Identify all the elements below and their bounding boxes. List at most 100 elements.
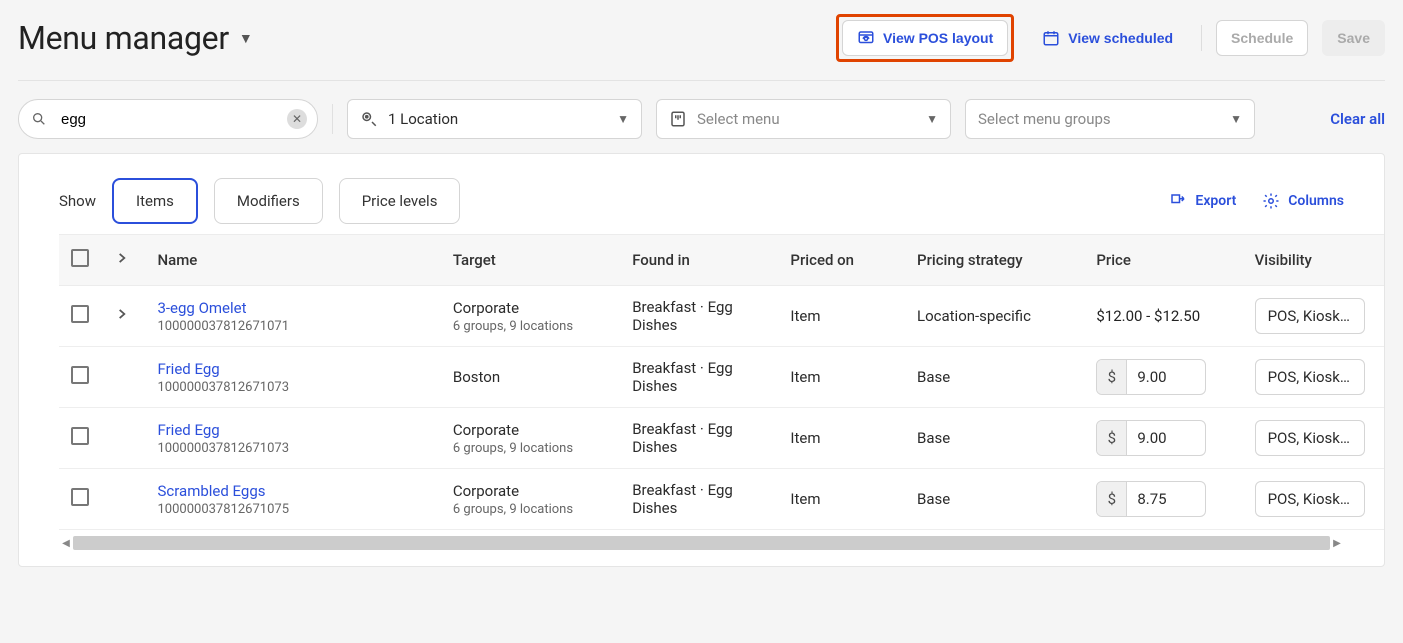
target-subtext: 6 groups, 9 locations (453, 441, 608, 456)
caret-down-icon: ▼ (1230, 112, 1242, 126)
clear-all-link[interactable]: Clear all (1316, 110, 1385, 128)
col-found-in: Found in (620, 235, 778, 286)
target-value: Boston (453, 368, 608, 386)
found-in-value: Breakfast · Egg Dishes (620, 469, 778, 530)
search-icon (31, 111, 47, 127)
pricing-strategy-value: Base (905, 469, 1084, 530)
pos-layout-icon (857, 29, 875, 47)
table-row: 3-egg Omelet 100000037812671071 Corporate 6… (59, 286, 1384, 347)
select-all-checkbox[interactable] (71, 249, 89, 267)
item-name-link[interactable]: Scrambled Eggs (157, 482, 428, 500)
table-row: Fried Egg 100000037812671073 Boston Breakfa… (59, 347, 1384, 408)
visibility-selector[interactable]: POS, Kiosk, T (1255, 481, 1365, 517)
col-priced-on: Priced on (778, 235, 905, 286)
caret-down-icon: ▼ (617, 112, 629, 126)
price-range: $12.00 - $12.50 (1096, 307, 1200, 325)
table-row: Fried Egg 100000037812671073 Corporate 6 gr… (59, 408, 1384, 469)
item-id: 100000037812671071 (157, 319, 428, 334)
search-input[interactable] (59, 110, 277, 129)
view-pos-layout-label: View POS layout (883, 30, 993, 46)
price-input[interactable]: $9.00 (1096, 359, 1206, 395)
item-id: 100000037812671073 (157, 441, 428, 456)
highlight-frame: View POS layout (836, 14, 1014, 62)
col-visibility: Visibility (1243, 235, 1384, 286)
view-scheduled-label: View scheduled (1068, 30, 1173, 46)
location-pin-icon (360, 110, 378, 128)
target-subtext: 6 groups, 9 locations (453, 319, 608, 334)
search-input-wrap: ✕ (18, 99, 318, 139)
currency-prefix: $ (1097, 421, 1127, 455)
table-row: Scrambled Eggs 100000037812671075 Corporat… (59, 469, 1384, 530)
price-value: 9.00 (1127, 421, 1176, 455)
view-pos-layout-button[interactable]: View POS layout (842, 20, 1008, 56)
select-menu-groups-placeholder: Select menu groups (978, 110, 1111, 128)
view-scheduled-button[interactable]: View scheduled (1028, 20, 1187, 56)
col-price: Price (1084, 235, 1242, 286)
item-id: 100000037812671073 (157, 380, 428, 395)
item-name-link[interactable]: Fried Egg (157, 421, 428, 439)
item-name-link[interactable]: 3-egg Omelet (157, 299, 428, 317)
separator (332, 104, 333, 134)
export-button[interactable]: Export (1169, 192, 1236, 210)
col-pricing-strategy: Pricing strategy (905, 235, 1084, 286)
export-label: Export (1195, 193, 1236, 209)
select-menu-dropdown[interactable]: Select menu ▼ (656, 99, 951, 139)
target-value: Corporate (453, 421, 608, 439)
priced-on-value: Item (778, 347, 905, 408)
visibility-selector[interactable]: POS, Kiosk, T (1255, 420, 1365, 456)
location-dropdown[interactable]: 1 Location ▼ (347, 99, 642, 139)
row-checkbox[interactable] (71, 488, 89, 506)
item-name-link[interactable]: Fried Egg (157, 360, 428, 378)
found-in-value: Breakfast · Egg Dishes (620, 408, 778, 469)
priced-on-value: Item (778, 408, 905, 469)
price-value: 8.75 (1127, 482, 1176, 516)
caret-down-icon: ▼ (926, 112, 938, 126)
save-label: Save (1337, 30, 1370, 46)
col-name: Name (145, 235, 440, 286)
tab-modifiers[interactable]: Modifiers (214, 178, 323, 224)
select-menu-placeholder: Select menu (697, 110, 780, 128)
target-value: Corporate (453, 299, 608, 317)
page-title: Menu manager (18, 19, 229, 57)
currency-prefix: $ (1097, 360, 1127, 394)
pricing-strategy-value: Location-specific (905, 286, 1084, 347)
pricing-strategy-value: Base (905, 347, 1084, 408)
price-value: 9.00 (1127, 360, 1176, 394)
row-checkbox[interactable] (71, 366, 89, 384)
visibility-selector[interactable]: POS, Kiosk, T (1255, 359, 1365, 395)
found-in-value: Breakfast · Egg Dishes (620, 286, 778, 347)
clear-search-icon[interactable]: ✕ (287, 109, 307, 129)
schedule-label: Schedule (1231, 30, 1293, 46)
expand-row-toggle[interactable] (115, 307, 129, 321)
expand-all-toggle[interactable] (115, 251, 129, 265)
page-title-dropdown[interactable]: Menu manager ▼ (18, 19, 253, 57)
tab-price-levels[interactable]: Price levels (339, 178, 461, 224)
schedule-button[interactable]: Schedule (1216, 20, 1308, 56)
priced-on-value: Item (778, 286, 905, 347)
show-label: Show (59, 192, 96, 210)
col-target: Target (441, 235, 620, 286)
row-checkbox[interactable] (71, 305, 89, 323)
visibility-selector[interactable]: POS, Kiosk, T (1255, 298, 1365, 334)
scroll-left-icon[interactable]: ◀ (59, 536, 73, 550)
scroll-track[interactable] (73, 536, 1330, 550)
select-menu-groups-dropdown[interactable]: Select menu groups ▼ (965, 99, 1255, 139)
target-subtext: 6 groups, 9 locations (453, 502, 608, 517)
export-icon (1169, 192, 1187, 210)
pricing-strategy-value: Base (905, 408, 1084, 469)
gear-icon (1262, 192, 1280, 210)
target-value: Corporate (453, 482, 608, 500)
scroll-right-icon[interactable]: ▶ (1330, 536, 1344, 550)
save-button[interactable]: Save (1322, 20, 1385, 56)
found-in-value: Breakfast · Egg Dishes (620, 347, 778, 408)
price-input[interactable]: $9.00 (1096, 420, 1206, 456)
columns-button[interactable]: Columns (1262, 192, 1344, 210)
currency-prefix: $ (1097, 482, 1127, 516)
columns-label: Columns (1288, 193, 1344, 209)
price-input[interactable]: $8.75 (1096, 481, 1206, 517)
row-checkbox[interactable] (71, 427, 89, 445)
menu-icon (669, 110, 687, 128)
item-id: 100000037812671075 (157, 502, 428, 517)
tab-items[interactable]: Items (112, 178, 198, 224)
horizontal-scrollbar[interactable]: ◀ ▶ (59, 536, 1344, 550)
